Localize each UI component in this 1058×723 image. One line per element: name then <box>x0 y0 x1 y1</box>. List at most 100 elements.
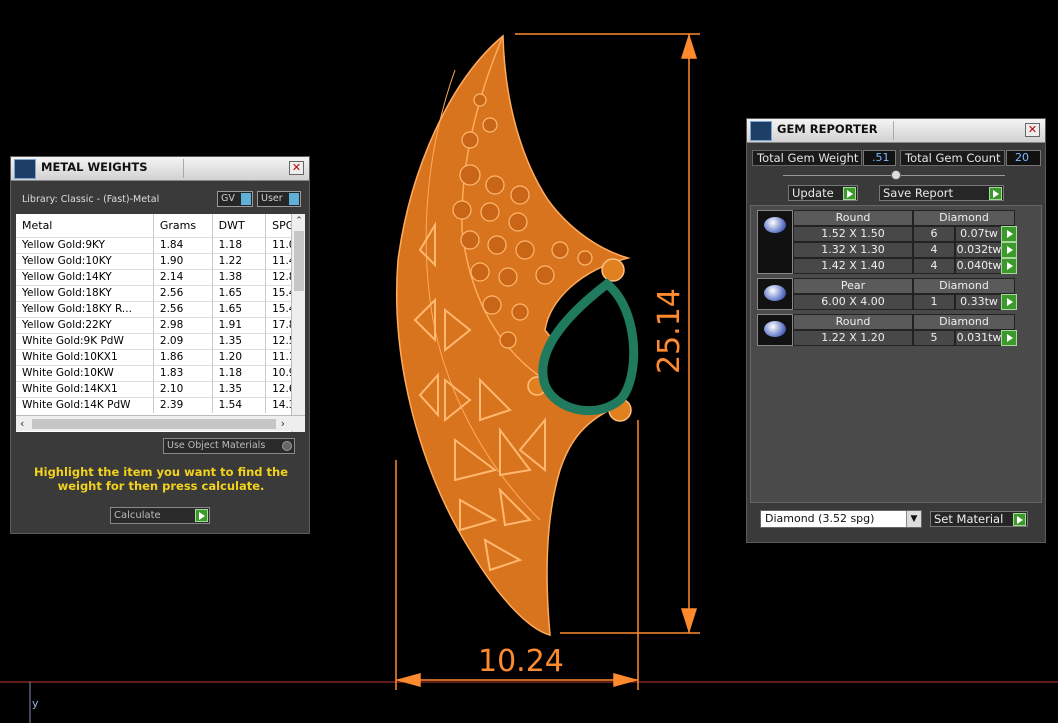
update-button[interactable]: Update <box>788 185 858 201</box>
scroll-right-icon[interactable]: › <box>281 417 285 430</box>
material-select[interactable]: Diamond (3.52 spg) ▼ <box>760 510 922 528</box>
grams-cell: 2.98 <box>153 316 213 333</box>
metal-weights-window: METAL WEIGHTS ✕ Library: Classic - (Fast… <box>10 156 310 534</box>
metal-cell: White Gold:9K PdW <box>16 332 154 349</box>
column-header-dwt[interactable]: DWT <box>212 214 267 237</box>
metal-weights-titlebar[interactable]: METAL WEIGHTS ✕ <box>11 157 309 181</box>
use-object-materials-label: Use Object Materials <box>167 440 266 451</box>
grams-cell: 2.09 <box>153 332 213 349</box>
close-icon[interactable]: ✕ <box>1025 123 1040 137</box>
total-gem-weight-label: Total Gem Weight <box>752 150 862 166</box>
gem-count-cell: 4 <box>913 258 955 274</box>
gem-count-cell: 6 <box>913 226 955 242</box>
table-row[interactable]: Yellow Gold:9KY 1.84 1.18 11.08 <box>16 236 305 253</box>
select-gem-arrow-icon[interactable] <box>1001 242 1017 258</box>
vertical-scrollbar[interactable]: ⌃ ⌄ <box>291 214 305 432</box>
metal-weights-app-icon <box>14 159 36 179</box>
table-row[interactable]: White Gold:10KW 1.83 1.18 10.99 <box>16 364 305 381</box>
select-gem-arrow-icon[interactable] <box>1001 226 1017 242</box>
horizontal-scrollbar[interactable]: ‹ › <box>16 415 305 431</box>
play-icon <box>843 187 856 200</box>
table-row[interactable]: Yellow Gold:10KY 1.90 1.22 11.45 <box>16 252 305 269</box>
gem-weight-cell: 0.031tw <box>955 330 1003 346</box>
use-object-materials-toggle[interactable]: Use Object Materials <box>163 438 295 454</box>
table-row[interactable]: White Gold:14K PdW 2.39 1.54 14.37 <box>16 396 305 413</box>
play-icon <box>989 187 1002 200</box>
select-gem-arrow-icon[interactable] <box>1001 330 1017 346</box>
dwt-cell: 1.54 <box>212 396 267 413</box>
gem-thumbnail[interactable] <box>757 278 793 310</box>
scroll-thumb[interactable] <box>294 231 304 291</box>
gem-thumbnail[interactable] <box>757 314 793 346</box>
calculate-button[interactable]: Calculate <box>110 507 210 524</box>
gem-list[interactable]: Round Diamond 1.52 X 1.50 6 0.07tw 1.32 X 1.3… <box>750 205 1042 503</box>
gem-count-cell: 1 <box>913 294 955 310</box>
grams-cell: 2.10 <box>153 380 213 397</box>
table-row[interactable]: White Gold:14KX1 2.10 1.35 12.61 <box>16 380 305 397</box>
user-label: User <box>261 193 283 204</box>
gem-reporter-window: GEM REPORTER ✕ Total Gem Weight .51 Tota… <box>746 118 1046 543</box>
gem-shape-header: Round <box>793 210 913 226</box>
grams-cell: 1.90 <box>153 252 213 269</box>
user-toggle[interactable]: User <box>257 191 301 207</box>
gem-weight-cell: 0.040tw <box>955 258 1003 274</box>
gem-size-cell: 1.22 X 1.20 <box>793 330 913 346</box>
radio-icon <box>282 441 292 451</box>
column-header-metal[interactable]: Metal <box>16 214 154 237</box>
dwt-cell: 1.65 <box>212 300 267 317</box>
column-header-grams[interactable]: Grams <box>153 214 213 237</box>
dwt-cell: 1.22 <box>212 252 267 269</box>
titlebar-grip <box>893 121 894 140</box>
metal-cell: White Gold:14KX1 <box>16 380 154 397</box>
height-dimension-label: 25.14 <box>652 288 687 374</box>
grams-cell: 2.39 <box>153 396 213 413</box>
table-row[interactable]: White Gold:9K PdW 2.09 1.35 12.59 <box>16 332 305 349</box>
gem-thumbnail[interactable] <box>757 210 793 274</box>
gem-weight-cell: 0.33tw <box>955 294 1003 310</box>
dwt-cell: 1.91 <box>212 316 267 333</box>
metal-table[interactable]: Metal Grams DWT SPG Yellow Gold:9KY 1.84 1… <box>16 214 305 432</box>
dwt-cell: 1.35 <box>212 380 267 397</box>
gem-material-header: Diamond <box>913 314 1015 330</box>
close-icon[interactable]: ✕ <box>289 161 304 175</box>
save-report-button[interactable]: Save Report <box>879 185 1004 201</box>
update-label: Update <box>792 186 834 200</box>
table-row[interactable]: Yellow Gold:18KY R... 2.56 1.65 15.41 <box>16 300 305 317</box>
grams-cell: 2.56 <box>153 300 213 317</box>
dwt-cell: 1.65 <box>212 284 267 301</box>
gem-icon <box>764 321 786 337</box>
gem-shape-header: Round <box>793 314 913 330</box>
metal-cell: Yellow Gold:10KY <box>16 252 154 269</box>
scroll-up-icon[interactable]: ⌃ <box>292 216 305 226</box>
gem-reporter-app-icon <box>750 121 772 141</box>
grams-cell: 1.86 <box>153 348 213 365</box>
gem-reporter-title: GEM REPORTER <box>777 122 878 136</box>
set-material-button[interactable]: Set Material <box>930 511 1028 527</box>
gv-toggle[interactable]: GV <box>217 191 253 207</box>
gem-icon <box>764 285 786 301</box>
gem-size-cell: 1.42 X 1.40 <box>793 258 913 274</box>
select-gem-arrow-icon[interactable] <box>1001 258 1017 274</box>
metal-cell: Yellow Gold:14KY <box>16 268 154 285</box>
select-gem-arrow-icon[interactable] <box>1001 294 1017 310</box>
chevron-down-icon[interactable]: ▼ <box>906 511 921 527</box>
metal-cell: Yellow Gold:22KY <box>16 316 154 333</box>
gem-reporter-titlebar[interactable]: GEM REPORTER ✕ <box>747 119 1045 143</box>
table-row[interactable]: Yellow Gold:18KY 2.56 1.65 15.41 <box>16 284 305 301</box>
library-label: Library: Classic - (Fast)-Metal <box>22 194 160 205</box>
table-row[interactable]: Yellow Gold:14KY 2.14 1.38 12.88 <box>16 268 305 285</box>
scroll-left-icon[interactable]: ‹ <box>20 417 24 430</box>
grams-cell: 1.83 <box>153 364 213 381</box>
metal-cell: White Gold:10KX1 <box>16 348 154 365</box>
table-row[interactable]: Yellow Gold:22KY 2.98 1.91 17.89 <box>16 316 305 333</box>
hscroll-thumb[interactable] <box>32 419 276 429</box>
gem-count-cell: 5 <box>913 330 955 346</box>
grams-cell: 1.84 <box>153 236 213 253</box>
total-gem-count-value: 20 <box>1006 150 1041 166</box>
metal-cell: Yellow Gold:18KY <box>16 284 154 301</box>
grams-cell: 2.56 <box>153 284 213 301</box>
dwt-cell: 1.18 <box>212 364 267 381</box>
slider-knob[interactable] <box>891 170 901 180</box>
table-row[interactable]: White Gold:10KX1 1.86 1.20 11.18 <box>16 348 305 365</box>
total-gem-weight-value: .51 <box>863 150 896 166</box>
